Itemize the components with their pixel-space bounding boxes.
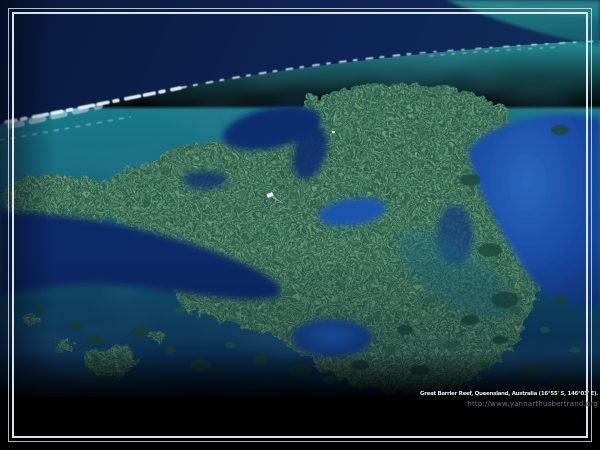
photo-caption: Great Barrier Reef, Queensland, Australi… bbox=[420, 392, 598, 408]
caption-location: Great Barrier Reef, Queensland, Australi… bbox=[420, 392, 598, 398]
caption-url: http://www.yannarthusbertrand.org bbox=[420, 401, 598, 408]
reef-aerial-photo bbox=[0, 0, 600, 450]
desktop-wallpaper: Great Barrier Reef, Queensland, Australi… bbox=[0, 0, 600, 450]
